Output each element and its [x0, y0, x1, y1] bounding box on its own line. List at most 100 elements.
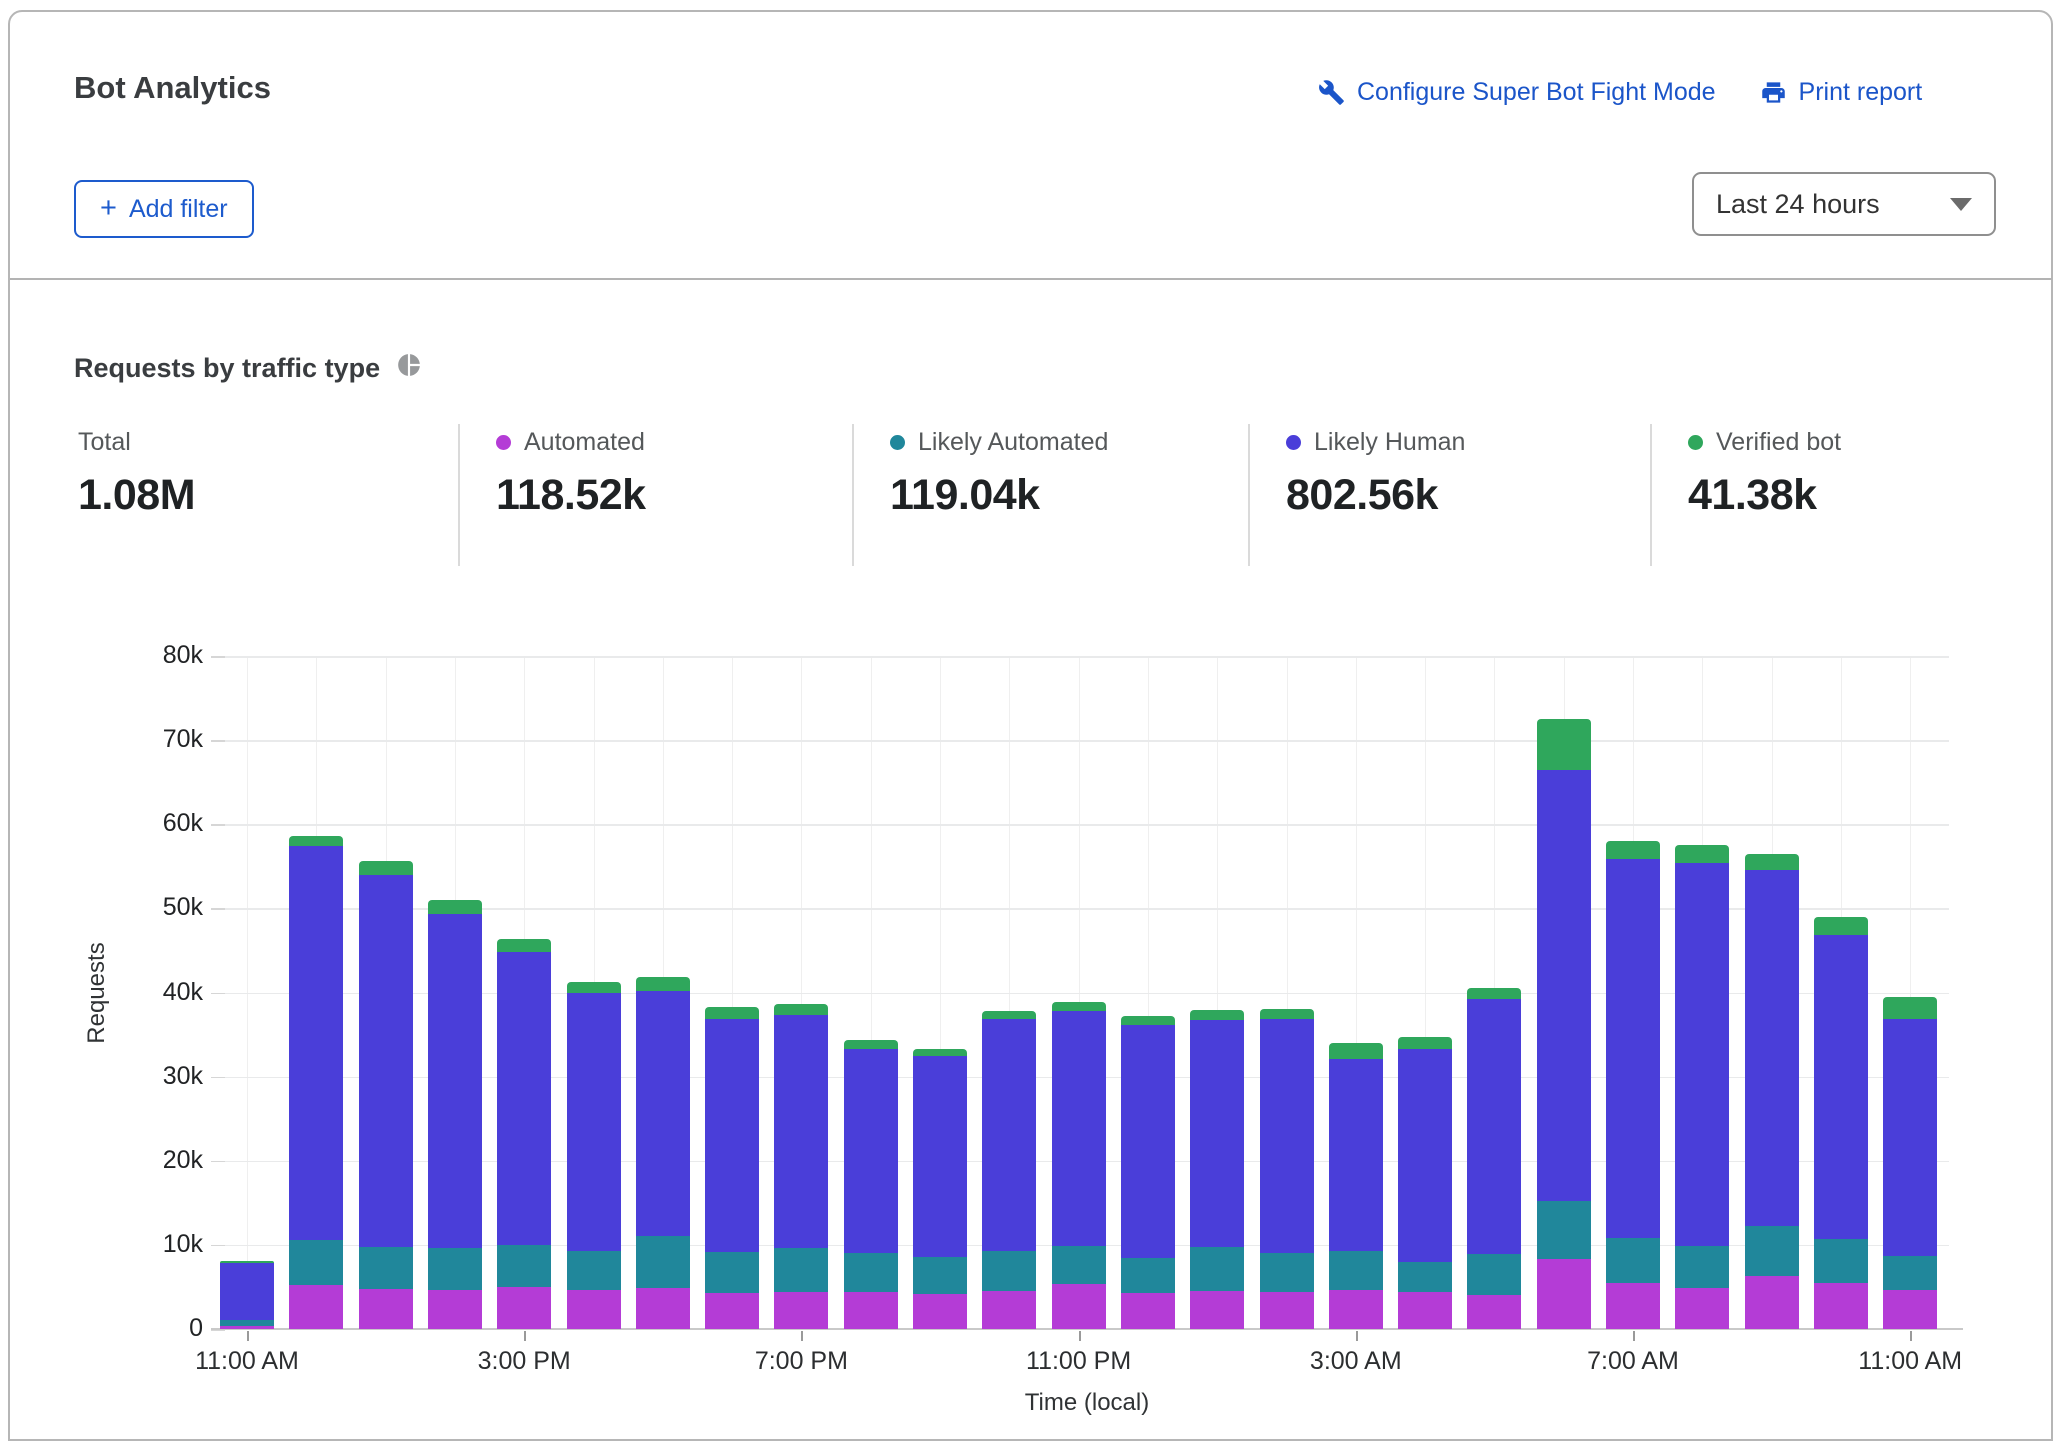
bar-7-00-pm-likely-human[interactable]: [774, 1015, 829, 1249]
bar-5-00-am-likely-human[interactable]: [1467, 999, 1522, 1255]
bar-11-00-am-likely-automated[interactable]: [220, 1319, 274, 1326]
bar-11-00-pm-likely-automated[interactable]: [1051, 1245, 1106, 1285]
bar-12-00-am-likely-human[interactable]: [1120, 1025, 1175, 1258]
bar-2-00-pm-verified-bot[interactable]: [427, 899, 482, 915]
bar-11-00-am-automated[interactable]: [1883, 1290, 1938, 1329]
bar-4-00-am-verified-bot[interactable]: [1398, 1037, 1453, 1049]
bar-1-00-pm-likely-human[interactable]: [358, 874, 413, 1247]
bar-12-00-pm-automated[interactable]: [289, 1285, 344, 1329]
bar-5-00-pm-likely-human[interactable]: [635, 990, 690, 1237]
bar-5-00-pm-verified-bot[interactable]: [635, 977, 690, 991]
bar-9-00-am-automated[interactable]: [1744, 1276, 1799, 1329]
bar-3-00-am-automated[interactable]: [1328, 1290, 1383, 1329]
bar-11-00-pm-automated[interactable]: [1051, 1284, 1106, 1329]
bar-11-00-am-verified-bot[interactable]: [1883, 996, 1938, 1019]
bar-11-00-am-likely-human[interactable]: [220, 1263, 274, 1320]
bar-3-00-pm-automated[interactable]: [497, 1286, 552, 1329]
bar-7-00-am-automated[interactable]: [1606, 1282, 1660, 1329]
bar-1-00-am-likely-human[interactable]: [1190, 1020, 1245, 1248]
bar-9-00-pm-verified-bot[interactable]: [913, 1048, 967, 1057]
bar-6-00-pm-likely-automated[interactable]: [705, 1252, 760, 1293]
bar-6-00-pm-likely-human[interactable]: [705, 1018, 760, 1253]
bar-5-00-pm-automated[interactable]: [635, 1287, 690, 1329]
bar-4-00-am-likely-human[interactable]: [1398, 1048, 1453, 1262]
bar-10-00-am-automated[interactable]: [1813, 1282, 1868, 1329]
bar-3-00-am-likely-human[interactable]: [1328, 1058, 1383, 1251]
bar-6-00-pm-automated[interactable]: [705, 1292, 760, 1329]
bar-7-00-am-verified-bot[interactable]: [1606, 841, 1660, 859]
bar-9-00-am-likely-automated[interactable]: [1744, 1226, 1799, 1277]
bar-5-00-am-verified-bot[interactable]: [1467, 988, 1522, 1000]
bar-1-00-pm-verified-bot[interactable]: [358, 861, 413, 875]
configure-super-bot-fight-mode-link[interactable]: Configure Super Bot Fight Mode: [1318, 78, 1716, 107]
bar-12-00-pm-likely-automated[interactable]: [289, 1239, 344, 1286]
bar-3-00-pm-likely-automated[interactable]: [497, 1244, 552, 1287]
bar-8-00-pm-likely-automated[interactable]: [843, 1253, 898, 1292]
stat-verified-bot[interactable]: Verified bot 41.38k: [1688, 428, 1841, 520]
bar-7-00-pm-likely-automated[interactable]: [774, 1248, 829, 1292]
bar-12-00-am-verified-bot[interactable]: [1120, 1016, 1175, 1026]
bar-1-00-am-verified-bot[interactable]: [1190, 1010, 1245, 1021]
bar-2-00-am-likely-human[interactable]: [1259, 1019, 1314, 1254]
bar-9-00-am-verified-bot[interactable]: [1744, 853, 1799, 870]
bar-8-00-am-automated[interactable]: [1675, 1287, 1730, 1329]
bar-2-00-pm-likely-automated[interactable]: [427, 1248, 482, 1291]
bar-5-00-am-likely-automated[interactable]: [1467, 1254, 1522, 1296]
bar-6-00-am-automated[interactable]: [1536, 1259, 1591, 1329]
stat-likely-automated[interactable]: Likely Automated 119.04k: [890, 428, 1108, 520]
bar-7-00-pm-verified-bot[interactable]: [774, 1004, 829, 1016]
bar-10-00-am-likely-automated[interactable]: [1813, 1239, 1868, 1283]
bar-4-00-pm-automated[interactable]: [566, 1290, 621, 1329]
stat-automated[interactable]: Automated 118.52k: [496, 428, 646, 520]
bar-12-00-am-automated[interactable]: [1120, 1292, 1175, 1329]
bar-6-00-am-likely-automated[interactable]: [1536, 1201, 1591, 1260]
bar-3-00-pm-likely-human[interactable]: [497, 952, 552, 1245]
add-filter-button[interactable]: + Add filter: [74, 180, 254, 238]
bar-8-00-am-verified-bot[interactable]: [1675, 845, 1730, 863]
bar-3-00-am-likely-automated[interactable]: [1328, 1250, 1383, 1291]
bar-2-00-am-likely-automated[interactable]: [1259, 1253, 1314, 1292]
bar-5-00-pm-likely-automated[interactable]: [635, 1236, 690, 1288]
bar-2-00-pm-automated[interactable]: [427, 1290, 482, 1329]
bar-11-00-am-likely-automated[interactable]: [1883, 1255, 1938, 1291]
bar-11-00-am-verified-bot[interactable]: [220, 1260, 274, 1264]
bar-3-00-am-verified-bot[interactable]: [1328, 1043, 1383, 1059]
bar-8-00-am-likely-automated[interactable]: [1675, 1245, 1730, 1288]
bar-8-00-pm-likely-human[interactable]: [843, 1048, 898, 1254]
bar-7-00-am-likely-automated[interactable]: [1606, 1238, 1660, 1283]
bar-7-00-pm-automated[interactable]: [774, 1292, 829, 1329]
bar-10-00-am-verified-bot[interactable]: [1813, 916, 1868, 936]
print-report-link[interactable]: Print report: [1760, 78, 1922, 107]
bar-6-00-am-likely-human[interactable]: [1536, 769, 1591, 1202]
bar-4-00-pm-likely-automated[interactable]: [566, 1250, 621, 1291]
stat-likely-human[interactable]: Likely Human 802.56k: [1286, 428, 1465, 520]
bar-4-00-am-automated[interactable]: [1398, 1292, 1453, 1329]
bar-10-00-pm-verified-bot[interactable]: [982, 1011, 1037, 1020]
bar-11-00-am-automated[interactable]: [220, 1325, 274, 1329]
bar-12-00-pm-likely-human[interactable]: [289, 846, 344, 1240]
bar-5-00-am-automated[interactable]: [1467, 1295, 1522, 1329]
bar-10-00-am-likely-human[interactable]: [1813, 935, 1868, 1239]
bar-9-00-pm-likely-human[interactable]: [913, 1056, 967, 1257]
bar-8-00-pm-verified-bot[interactable]: [843, 1040, 898, 1049]
bar-1-00-pm-likely-automated[interactable]: [358, 1246, 413, 1290]
bar-8-00-am-likely-human[interactable]: [1675, 862, 1730, 1246]
bar-9-00-pm-likely-automated[interactable]: [913, 1256, 967, 1294]
bar-12-00-pm-verified-bot[interactable]: [289, 836, 344, 847]
bar-11-00-pm-verified-bot[interactable]: [1051, 1001, 1106, 1012]
bar-2-00-pm-likely-human[interactable]: [427, 914, 482, 1249]
bar-9-00-am-likely-human[interactable]: [1744, 869, 1799, 1227]
bar-7-00-am-likely-human[interactable]: [1606, 858, 1660, 1239]
bar-9-00-pm-automated[interactable]: [913, 1293, 967, 1329]
bar-11-00-pm-likely-human[interactable]: [1051, 1011, 1106, 1246]
bar-3-00-pm-verified-bot[interactable]: [497, 938, 552, 953]
bar-10-00-pm-automated[interactable]: [982, 1291, 1037, 1329]
bar-12-00-am-likely-automated[interactable]: [1120, 1257, 1175, 1293]
time-range-dropdown[interactable]: Last 24 hours: [1692, 172, 1996, 236]
bar-1-00-pm-automated[interactable]: [358, 1289, 413, 1329]
bar-1-00-am-automated[interactable]: [1190, 1291, 1245, 1329]
bar-8-00-pm-automated[interactable]: [843, 1292, 898, 1329]
bar-6-00-pm-verified-bot[interactable]: [705, 1006, 760, 1019]
bar-1-00-am-likely-automated[interactable]: [1190, 1247, 1245, 1292]
bar-10-00-pm-likely-human[interactable]: [982, 1019, 1037, 1251]
